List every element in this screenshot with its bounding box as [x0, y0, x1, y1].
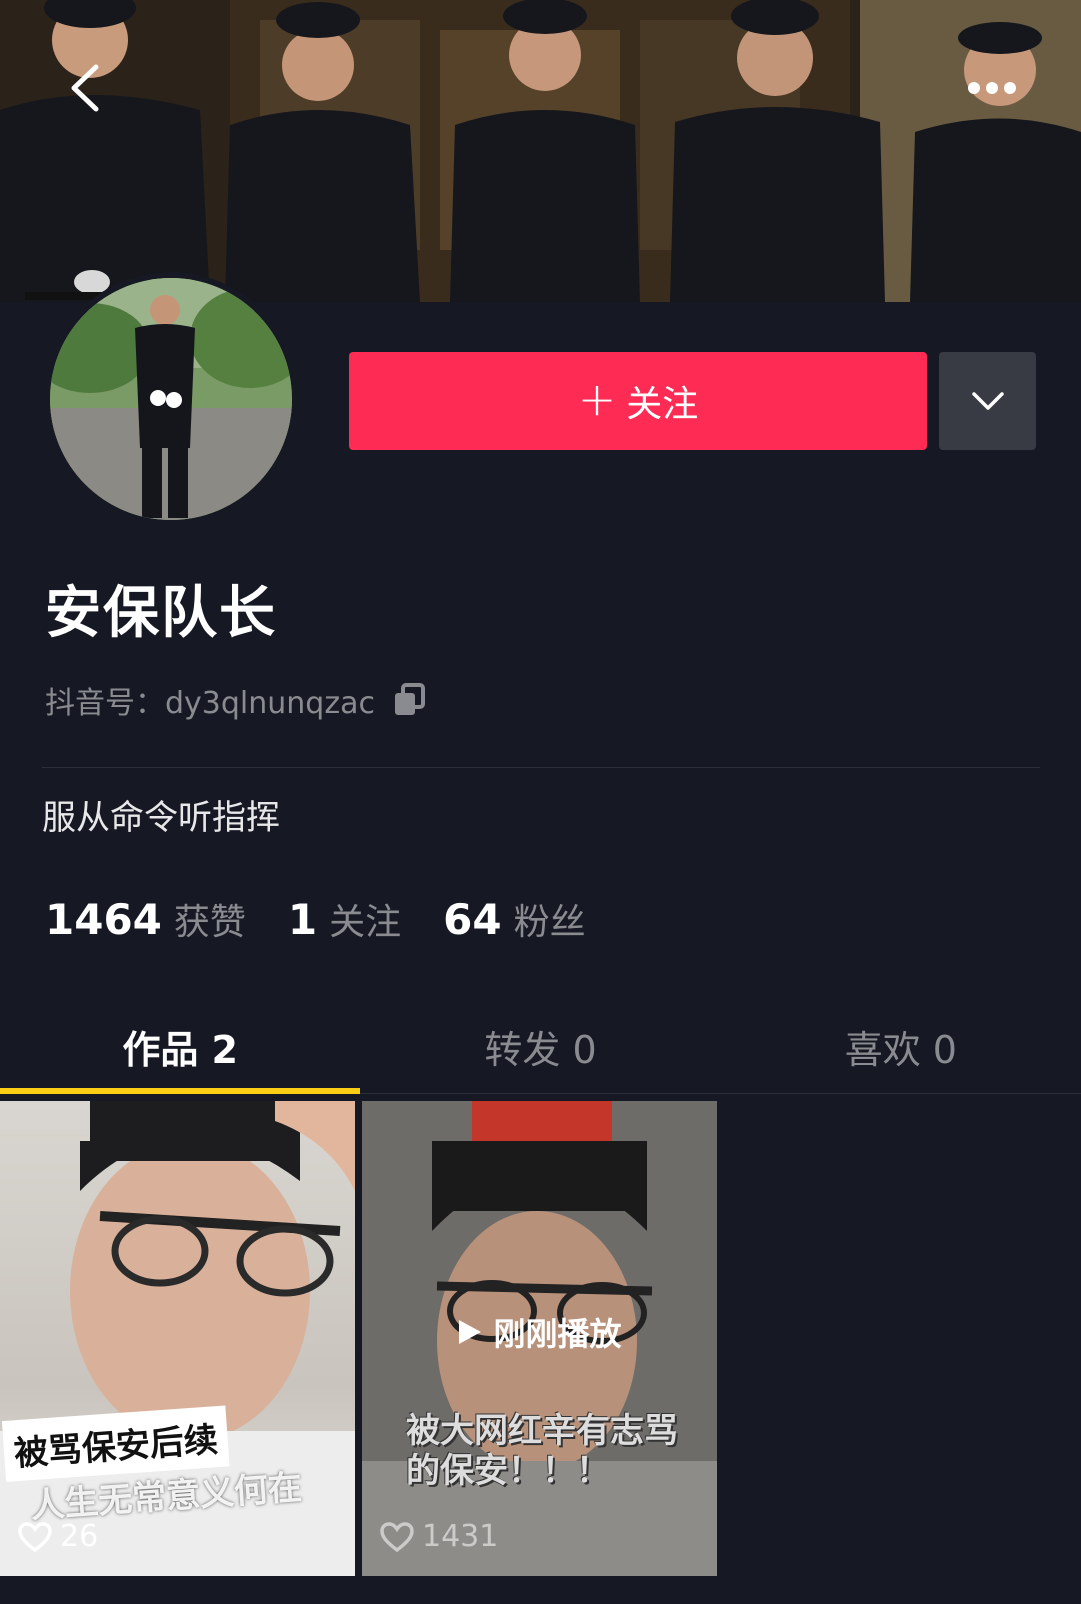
tab-works[interactable]: 作品 2	[0, 1000, 361, 1094]
stat-likes-value: 1464	[45, 895, 162, 944]
douyin-id-label: 抖音号：	[45, 686, 165, 721]
stat-followers-value: 64	[443, 895, 502, 944]
video-thumbnail[interactable]: 被骂保安后续 人生无常意义何在 26	[0, 1101, 355, 1576]
follow-button[interactable]: + 关注	[349, 352, 927, 450]
stat-followers[interactable]: 64 粉丝	[443, 893, 585, 945]
stat-followers-label: 粉丝	[513, 902, 586, 943]
play-icon	[459, 1320, 482, 1344]
heart-icon	[18, 1521, 52, 1552]
heart-icon	[380, 1521, 414, 1552]
video-likes: 1431	[380, 1519, 498, 1554]
stat-following-label: 关注	[329, 902, 402, 943]
chevron-left-icon	[71, 64, 99, 112]
video-likes-count: 1431	[422, 1519, 499, 1554]
video-caption: 被大网红辛有志骂的保安！！！	[406, 1411, 678, 1491]
profile-bio: 服从命令听指挥	[42, 798, 280, 838]
copy-icon[interactable]	[393, 683, 427, 717]
more-dots-icon	[968, 82, 1016, 94]
recommend-dropdown-button[interactable]	[939, 352, 1036, 450]
tab-likes[interactable]: 喜欢 0	[721, 1000, 1081, 1093]
video-likes-count: 26	[60, 1519, 99, 1554]
stat-likes[interactable]: 1464 获赞	[45, 893, 246, 945]
stat-likes-label: 获赞	[173, 902, 246, 943]
profile-nickname: 安保队长	[45, 581, 277, 646]
douyin-id-value: dy3qlnunqzac	[165, 686, 375, 721]
profile-stats: 1464 获赞 1 关注 64 粉丝	[45, 893, 628, 945]
stat-following[interactable]: 1 关注	[288, 893, 401, 945]
follow-label: 关注	[626, 384, 699, 425]
profile-cover-image	[0, 0, 1081, 302]
just-played-label: 刚刚播放	[493, 1315, 622, 1353]
profile-divider	[42, 767, 1040, 768]
chevron-down-icon	[971, 392, 1004, 410]
cover-illustration	[0, 0, 1081, 302]
douyin-id-text: 抖音号：dy3qlnunqzac	[45, 678, 375, 722]
stat-following-value: 1	[287, 895, 318, 944]
tab-reposts[interactable]: 转发 0	[360, 1000, 720, 1093]
profile-tabs: 作品 2 转发 0 喜欢 0	[0, 1000, 1081, 1094]
copy-icon-glyph	[394, 683, 425, 715]
avatar-illustration	[50, 278, 292, 520]
just-played-overlay: 刚刚播放	[362, 1309, 717, 1355]
video-grid: 被骂保安后续 人生无常意义何在 26 刚刚播放 被大网红辛有志骂的保安！！！ 1…	[0, 1101, 1081, 1576]
video-likes: 26	[18, 1519, 98, 1554]
avatar[interactable]	[44, 272, 298, 526]
douyin-id-row: 抖音号：dy3qlnunqzac	[45, 678, 427, 722]
more-options-button[interactable]	[962, 58, 1022, 118]
video-thumbnail[interactable]: 刚刚播放 被大网红辛有志骂的保安！！！ 1431	[362, 1101, 717, 1576]
plus-icon: +	[577, 372, 617, 426]
back-button[interactable]	[55, 58, 115, 118]
